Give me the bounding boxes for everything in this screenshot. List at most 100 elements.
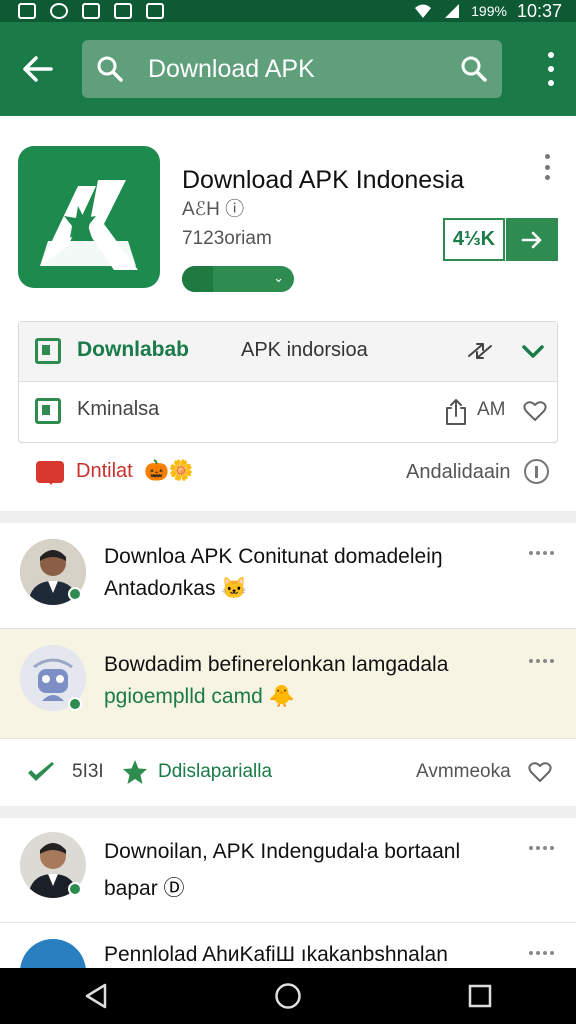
footer-label[interactable]: Dntilat	[76, 460, 133, 483]
overflow-dot	[544, 164, 550, 170]
chevron-down-icon: ⌄	[273, 270, 284, 285]
online-status-badge	[68, 587, 82, 601]
overflow-dot	[536, 659, 540, 663]
feed-post[interactable]: Pennlolad AhиKafiШ ıkakanbshnalan	[0, 923, 576, 968]
overflow-dot	[536, 951, 540, 955]
feed-post[interactable]: Bowdadim befinerelonkan lamgadala pgioem…	[0, 629, 576, 738]
feed-card: Downoilan, APK Indengudaŀa bortaanl bapa…	[0, 818, 576, 968]
document-icon	[35, 338, 61, 364]
download-row[interactable]: Downlabab APK indorsioa	[19, 322, 557, 382]
search-query: Download APK	[148, 54, 315, 83]
overflow-menu-button[interactable]	[544, 52, 558, 86]
back-button[interactable]	[6, 37, 70, 101]
gallery-notification-icon	[18, 3, 36, 19]
circle-home-icon	[275, 983, 301, 1009]
comment-badge-icon	[36, 461, 64, 485]
feed-post[interactable]: Downoilan, APK Indengudaŀa bortaanl bapa…	[0, 818, 576, 922]
app-logo-icon[interactable]	[18, 146, 160, 288]
overflow-dot	[548, 66, 554, 72]
info-icon[interactable]	[524, 459, 549, 484]
apk-button[interactable]: 4⅓K	[443, 218, 505, 261]
nav-recents-button[interactable]	[450, 973, 510, 1019]
whatsapp-notification-icon	[50, 3, 68, 19]
back-arrow-icon	[23, 56, 53, 82]
file-notification-icon	[82, 3, 100, 19]
apk-logo-icon	[40, 180, 138, 270]
search-icon	[97, 56, 123, 82]
download-notification-icon	[146, 3, 164, 19]
card-overflow-button[interactable]	[542, 154, 552, 180]
checkmark-icon[interactable]	[521, 342, 545, 360]
overflow-dot	[529, 659, 533, 663]
download-progress-bar[interactable]: ⌄	[182, 266, 294, 292]
signal-icon	[445, 4, 460, 18]
download-row-text: APK indorsioa	[241, 339, 368, 361]
avatar[interactable]	[20, 939, 86, 968]
share-button[interactable]	[506, 218, 558, 261]
notification-icons	[18, 3, 164, 19]
download-panel: Downlabab APK indorsioa Kminalsa AM	[18, 321, 558, 443]
footer-right-text[interactable]: Andalidaain	[406, 461, 511, 484]
overflow-dot	[544, 175, 550, 180]
download-notification-icon	[114, 3, 132, 19]
overflow-dot	[544, 154, 550, 159]
action-label[interactable]: Ddislaparialla	[158, 761, 272, 783]
like-count: 5I3I	[72, 761, 104, 782]
action-right-text[interactable]: Avmmeoka	[416, 761, 511, 783]
battery-percent: 199%	[471, 3, 507, 19]
overflow-dot	[548, 80, 554, 86]
nav-home-button[interactable]	[258, 973, 318, 1019]
check-like-icon[interactable]	[26, 761, 56, 785]
overflow-dot	[536, 551, 540, 555]
document-icon	[35, 398, 61, 424]
app-bar: Download APK	[0, 22, 576, 116]
footer-emoji: 🎃🌼	[144, 460, 194, 482]
overflow-dot	[543, 951, 547, 955]
app-root: 199% 10:37 Download APK Download APK Ind…	[0, 0, 576, 1024]
post-text: Antadoлkas 🐱	[104, 577, 248, 600]
progress-fill	[182, 266, 214, 292]
post-overflow-button[interactable]	[529, 659, 554, 663]
overflow-dot	[529, 951, 533, 955]
nav-back-button[interactable]	[66, 973, 126, 1019]
system-navigation-bar	[0, 968, 576, 1024]
post-overflow-button[interactable]	[529, 846, 554, 850]
triangle-back-icon	[85, 983, 107, 1009]
feed-card: Downloa APK Conitunat domadeleiŋ Antadoл…	[0, 523, 576, 806]
share-icon[interactable]	[465, 338, 495, 364]
overflow-dot	[550, 551, 554, 555]
share-upload-icon[interactable]	[443, 398, 469, 426]
heart-icon[interactable]	[528, 761, 552, 783]
overflow-dot	[529, 551, 533, 555]
online-status-badge	[68, 882, 82, 896]
overflow-dot	[543, 551, 547, 555]
post-text: pgioemplld camd 🐥	[104, 685, 295, 708]
download-row-label: Downlabab	[77, 338, 190, 361]
online-status-badge	[68, 697, 82, 711]
download-row-label: Kminalsa	[77, 398, 160, 420]
search-input[interactable]: Download APK	[82, 40, 502, 98]
feed-post[interactable]: Downloa APK Conitunat domadeleiŋ Antadoл…	[0, 523, 576, 628]
heart-icon[interactable]	[523, 400, 547, 422]
post-text: Downloa APK Conitunat domadeleiŋ	[104, 545, 443, 568]
app-meta: 7123oriam	[182, 228, 272, 249]
post-text: bapar Ⓓ	[104, 877, 185, 900]
app-title: Download APK Indonesia	[182, 166, 465, 194]
overflow-dot	[543, 846, 547, 850]
overflow-dot	[543, 659, 547, 663]
post-text: Bowdadim befinerelonkan lamgadala	[104, 653, 449, 676]
star-icon[interactable]	[122, 759, 148, 785]
arrow-right-icon	[521, 231, 542, 248]
overflow-dot	[550, 846, 554, 850]
app-detail-card: Download APK Indonesia AℰH ⓘ 7123oriam ⌄…	[0, 116, 576, 511]
post-overflow-button[interactable]	[529, 951, 554, 955]
overflow-dot	[550, 659, 554, 663]
app-developer: AℰH ⓘ	[182, 199, 245, 220]
post-text: Downoilan, APK Indengudaŀa bortaanl	[104, 840, 461, 863]
overflow-dot	[548, 52, 554, 58]
post-text: Pennlolad AhиKafiШ ıkakanbshnalan	[104, 943, 448, 966]
download-row-meta: AM	[477, 399, 506, 420]
search-submit-icon[interactable]	[460, 55, 488, 83]
post-overflow-button[interactable]	[529, 551, 554, 555]
status-bar: 199% 10:37	[0, 0, 576, 22]
